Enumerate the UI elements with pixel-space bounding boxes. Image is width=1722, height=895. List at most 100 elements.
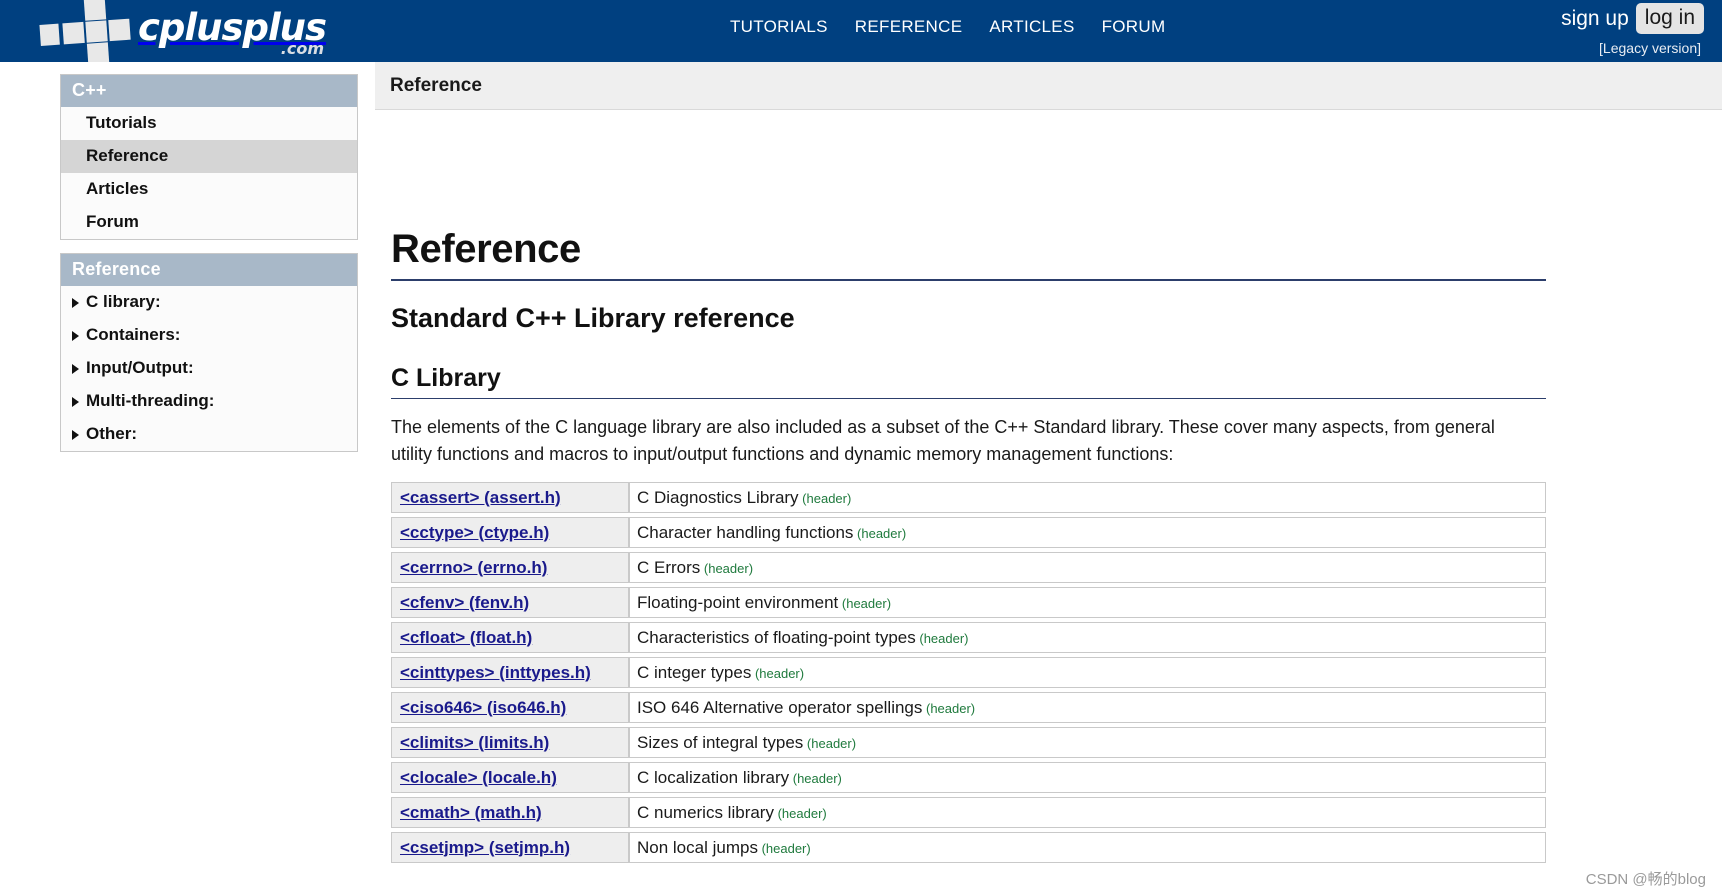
sidebar-item-input-output[interactable]: Input/Output: [61, 352, 357, 385]
page-body: C++ Tutorials Reference Articles Forum R… [0, 62, 1722, 895]
page-subtitle: Standard C++ Library reference [391, 303, 795, 333]
header-description: Character handling functions [637, 522, 854, 542]
header-desc-cell: C integer types (header) [629, 657, 1546, 688]
header-type-tag: (header) [751, 665, 805, 681]
sidebar-item-label: Other: [86, 424, 137, 443]
table-row: <cfenv> (fenv.h) Floating-point environme… [391, 587, 1546, 618]
sidebar-item-reference[interactable]: Reference [61, 140, 357, 173]
header-link[interactable]: <cassert> (assert.h) [400, 488, 561, 507]
header-desc-cell: C Diagnostics Library (header) [629, 482, 1546, 513]
triangle-right-icon [72, 298, 79, 308]
section-title: C Library [391, 364, 501, 392]
header-link[interactable]: <clocale> (locale.h) [400, 768, 557, 787]
header-name-cell: <clocale> (locale.h) [391, 762, 629, 793]
header-link[interactable]: <csetjmp> (setjmp.h) [400, 838, 570, 857]
header-description: Non local jumps [637, 837, 758, 857]
header-type-tag: (header) [915, 630, 969, 646]
header-link[interactable]: <cfenv> (fenv.h) [400, 593, 529, 612]
main-navigation: TUTORIALS REFERENCE ARTICLES FORUM [730, 17, 1165, 37]
sidebar-box-cpp-title: C++ [61, 75, 357, 107]
triangle-right-icon [72, 364, 79, 374]
header-desc-cell: Characteristics of floating-point types … [629, 622, 1546, 653]
header-link[interactable]: <cmath> (math.h) [400, 803, 542, 822]
section-divider [391, 398, 1546, 399]
header-desc-cell: ISO 646 Alternative operator spellings (… [629, 692, 1546, 723]
table-row: <cerrno> (errno.h) C Errors (header) [391, 552, 1546, 583]
breadcrumb: Reference [375, 62, 1722, 110]
sidebar-item-c-library[interactable]: C library: [61, 286, 357, 319]
triangle-right-icon [72, 430, 79, 440]
header-link[interactable]: <cctype> (ctype.h) [400, 523, 549, 542]
header-description: C localization library [637, 767, 790, 787]
sidebar-item-label: C library: [86, 292, 161, 311]
header-desc-cell: C numerics library (header) [629, 797, 1546, 828]
legacy-version-link[interactable]: [Legacy version] [1599, 40, 1701, 56]
header-type-tag: (header) [803, 735, 857, 751]
header-name-cell: <cctype> (ctype.h) [391, 517, 629, 548]
nav-forum[interactable]: FORUM [1102, 17, 1166, 37]
sidebar-box-cpp: C++ Tutorials Reference Articles Forum [60, 74, 358, 240]
header-desc-cell: Sizes of integral types (header) [629, 727, 1546, 758]
title-divider [391, 279, 1546, 281]
table-row: <cmath> (math.h) C numerics library (head… [391, 797, 1546, 828]
header-type-tag: (header) [700, 560, 754, 576]
header-name-cell: <cinttypes> (inttypes.h) [391, 657, 629, 688]
headers-table-body: <cassert> (assert.h) C Diagnostics Librar… [391, 482, 1546, 863]
header-type-tag: (header) [757, 840, 811, 856]
header-description: C integer types [637, 662, 752, 682]
nav-tutorials[interactable]: TUTORIALS [730, 17, 828, 37]
header-link[interactable]: <climits> (limits.h) [400, 733, 549, 752]
table-row: <csetjmp> (setjmp.h) Non local jumps (hea… [391, 832, 1546, 863]
header-desc-cell: Non local jumps (header) [629, 832, 1546, 863]
logo-text: cplusplus .com [138, 2, 327, 60]
header-description: Sizes of integral types [637, 732, 804, 752]
header-name-cell: <csetjmp> (setjmp.h) [391, 832, 629, 863]
triangle-right-icon [72, 331, 79, 341]
site-logo[interactable]: cplusplus .com [39, 0, 327, 65]
header-name-cell: <cmath> (math.h) [391, 797, 629, 828]
cross-squares-logo-icon [39, 0, 134, 65]
header-description: C numerics library [637, 802, 774, 822]
logo-domain-suffix: .com [280, 39, 324, 58]
header-type-tag: (header) [922, 700, 976, 716]
sidebar-item-tutorials[interactable]: Tutorials [61, 107, 357, 140]
table-row: <cctype> (ctype.h) Character handling fun… [391, 517, 1546, 548]
table-row: <cfloat> (float.h) Characteristics of flo… [391, 622, 1546, 653]
watermark: CSDN @畅的blog [1585, 871, 1706, 888]
header-name-cell: <climits> (limits.h) [391, 727, 629, 758]
account-actions: sign up log in [1561, 3, 1704, 34]
sidebar-item-forum[interactable]: Forum [61, 206, 357, 239]
sidebar-item-other[interactable]: Other: [61, 418, 357, 451]
sidebar-item-label: Input/Output: [86, 358, 194, 377]
table-row: <cinttypes> (inttypes.h) C integer types … [391, 657, 1546, 688]
sign-up-link[interactable]: sign up [1561, 7, 1629, 31]
header-desc-cell: C localization library (header) [629, 762, 1546, 793]
header-name-cell: <cassert> (assert.h) [391, 482, 629, 513]
header-description: C Errors [637, 557, 701, 577]
site-header: cplusplus .com TUTORIALS REFERENCE ARTIC… [0, 0, 1722, 65]
main-content: Reference Reference Standard C++ Library… [375, 62, 1722, 867]
header-link[interactable]: <cerrno> (errno.h) [400, 558, 547, 577]
header-type-tag: (header) [789, 770, 842, 786]
intro-paragraph: The elements of the C language library a… [391, 417, 1495, 464]
triangle-right-icon [72, 397, 79, 407]
sidebar-item-containers[interactable]: Containers: [61, 319, 357, 352]
header-type-tag: (header) [853, 525, 907, 541]
article: Reference Standard C++ Library reference… [375, 227, 1555, 867]
sidebar-item-articles[interactable]: Articles [61, 173, 357, 206]
breadcrumb-current: Reference [390, 74, 482, 96]
sidebar-item-label: Containers: [86, 325, 181, 344]
header-link[interactable]: <cfloat> (float.h) [400, 628, 532, 647]
nav-reference[interactable]: REFERENCE [855, 17, 963, 37]
table-row: <ciso646> (iso646.h) ISO 646 Alternative … [391, 692, 1546, 723]
sidebar-item-multi-threading[interactable]: Multi-threading: [61, 385, 357, 418]
sidebar-item-label: Multi-threading: [86, 391, 215, 410]
header-desc-cell: Character handling functions (header) [629, 517, 1546, 548]
header-link[interactable]: <ciso646> (iso646.h) [400, 698, 566, 717]
header-link[interactable]: <cinttypes> (inttypes.h) [400, 663, 591, 682]
header-description: C Diagnostics Library [637, 487, 799, 507]
nav-articles[interactable]: ARTICLES [989, 17, 1074, 37]
header-name-cell: <ciso646> (iso646.h) [391, 692, 629, 723]
sidebar: C++ Tutorials Reference Articles Forum R… [60, 74, 358, 465]
log-in-button[interactable]: log in [1635, 3, 1704, 34]
